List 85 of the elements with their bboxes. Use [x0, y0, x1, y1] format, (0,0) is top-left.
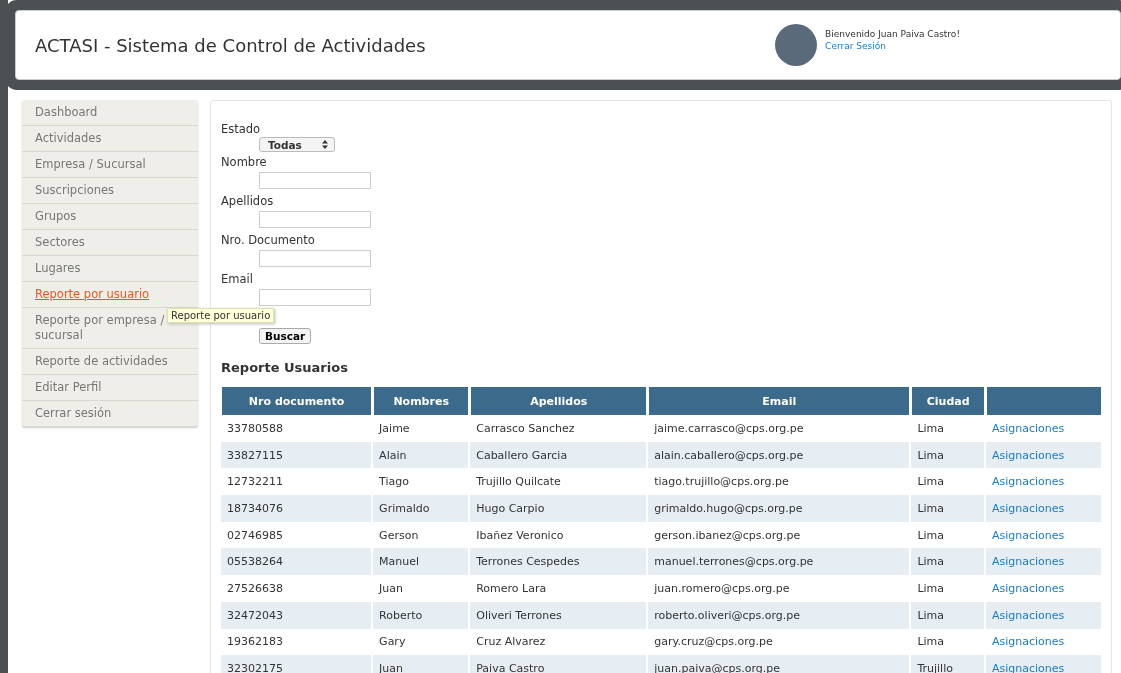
table-cell: Terrones Cespedes	[470, 548, 647, 576]
column-header: Apellidos	[470, 387, 647, 415]
assignments-link[interactable]: Asignaciones	[992, 528, 1065, 542]
column-header: Email	[648, 387, 910, 415]
table-cell: 18734076	[221, 495, 372, 522]
logout-link[interactable]: Cerrar Sesión	[825, 41, 960, 51]
table-cell-text: Trujillo Quilcate	[475, 474, 562, 491]
table-cell-text: 02746985	[226, 527, 284, 544]
table-cell-text: Cruz Alvarez	[475, 634, 547, 651]
sidebar-item[interactable]: Sectores	[22, 230, 198, 256]
table-cell-text: Lima	[916, 420, 946, 437]
search-button[interactable]: Buscar	[259, 328, 312, 344]
table-cell: alain.caballero@cps.org.pe	[648, 441, 910, 469]
sidebar-item[interactable]: Editar Perfil	[22, 375, 198, 401]
table-cell: Caballero Garcia	[470, 441, 647, 469]
avatar-placeholder	[775, 24, 818, 66]
table-cell-text: 19362183	[226, 634, 284, 651]
table-cell: Grimaldo	[373, 495, 469, 522]
table-cell-text: 12732211	[226, 474, 284, 491]
table-cell: Hugo Carpio	[470, 495, 647, 522]
assignments-link[interactable]: Asignaciones	[992, 581, 1065, 595]
input-field[interactable]	[259, 211, 371, 228]
table-cell-text: Jaime	[377, 420, 411, 437]
sidebar-item[interactable]: Grupos	[22, 204, 198, 230]
sidebar-item[interactable]: Actividades	[22, 126, 198, 152]
table-cell-text: gary.cruz@cps.org.pe	[653, 634, 774, 651]
state-select[interactable]: Todas	[259, 137, 335, 152]
table-cell: Lima	[911, 601, 984, 629]
table-cell: Lima	[911, 441, 984, 469]
table-cell: Alain	[373, 441, 469, 469]
sidebar-item[interactable]: Dashboard	[22, 100, 198, 126]
sidebar-item[interactable]: Cerrar sesión	[22, 401, 198, 427]
field-label: Nombre	[221, 154, 267, 170]
table-cell-text: 27526638	[226, 580, 284, 597]
table-cell-text: Lima	[916, 474, 946, 491]
assignments-link[interactable]: Asignaciones	[992, 635, 1065, 649]
table-cell: Lima	[911, 495, 984, 522]
input-field[interactable]	[259, 289, 371, 306]
table-cell-text: 33780588	[226, 420, 284, 437]
table-cell-text: tiago.trujillo@cps.org.pe	[653, 474, 790, 491]
column-header: Ciudad	[911, 387, 984, 415]
column-header: Nombres	[373, 387, 469, 415]
table-cell-text: Lima	[916, 634, 946, 651]
field-label: Nro. Documento	[221, 232, 315, 248]
table-cell-text: Lima	[916, 527, 946, 544]
table-cell-text: Ibañez Veronico	[475, 527, 565, 544]
field-label: Apellidos	[221, 193, 274, 209]
input-field[interactable]	[259, 250, 371, 267]
input-field[interactable]	[259, 172, 371, 189]
assignments-link[interactable]: Asignaciones	[992, 475, 1065, 489]
table-cell: Oliveri Terrones	[470, 601, 647, 629]
table-cell-text: Gerson	[378, 527, 420, 544]
assignments-link[interactable]: Asignaciones	[992, 421, 1065, 435]
table-cell-text: Carrasco Sanchez	[475, 420, 576, 437]
sidebar-item[interactable]: Lugares	[22, 256, 198, 282]
table-cell: 32302175	[221, 655, 372, 673]
table-cell-text: jaime.carrasco@cps.org.pe	[653, 420, 805, 437]
table-cell: Paiva Castro	[470, 655, 647, 673]
table-cell-text: Gary	[378, 634, 407, 651]
table-cell: grimaldo.hugo@cps.org.pe	[648, 495, 910, 522]
table-cell-text: Tiago	[378, 474, 410, 491]
field-label: Email	[221, 271, 253, 287]
welcome-text: Bienvenido Juan Paiva Castro!	[825, 29, 960, 39]
field-label: Estado	[221, 121, 261, 137]
sidebar-item[interactable]: Empresa / Sucursal	[22, 152, 198, 178]
table-cell: Manuel	[373, 548, 469, 576]
table-cell: Roberto	[373, 601, 469, 629]
tooltip: Reporte por usuario	[167, 308, 275, 323]
sidebar-item[interactable]: Reporte de actividades	[22, 349, 198, 375]
table-cell: Lima	[911, 548, 984, 576]
table-cell-text: gerson.ibanez@cps.org.pe	[653, 527, 802, 544]
sidebar-item[interactable]: Suscripciones	[22, 178, 198, 204]
table-cell-text: Lima	[916, 580, 946, 597]
table-cell-text: juan.romero@cps.org.pe	[653, 580, 791, 597]
app-title: ACTASI - Sistema de Control de Actividades	[35, 34, 426, 56]
table-cell: 33827115	[221, 441, 372, 469]
table-cell-text: Juan	[377, 580, 405, 597]
table-cell-text: Romero Lara	[475, 580, 548, 597]
column-header: Nro documento	[221, 387, 372, 415]
updown-icon	[322, 140, 328, 149]
table-cell: 32472043	[221, 601, 372, 629]
table-cell: 05538264	[221, 548, 372, 576]
report-title: Reporte Usuarios	[221, 360, 349, 375]
table-cell: manuel.terrones@cps.org.pe	[648, 548, 910, 576]
table-cell: roberto.oliveri@cps.org.pe	[648, 601, 910, 629]
